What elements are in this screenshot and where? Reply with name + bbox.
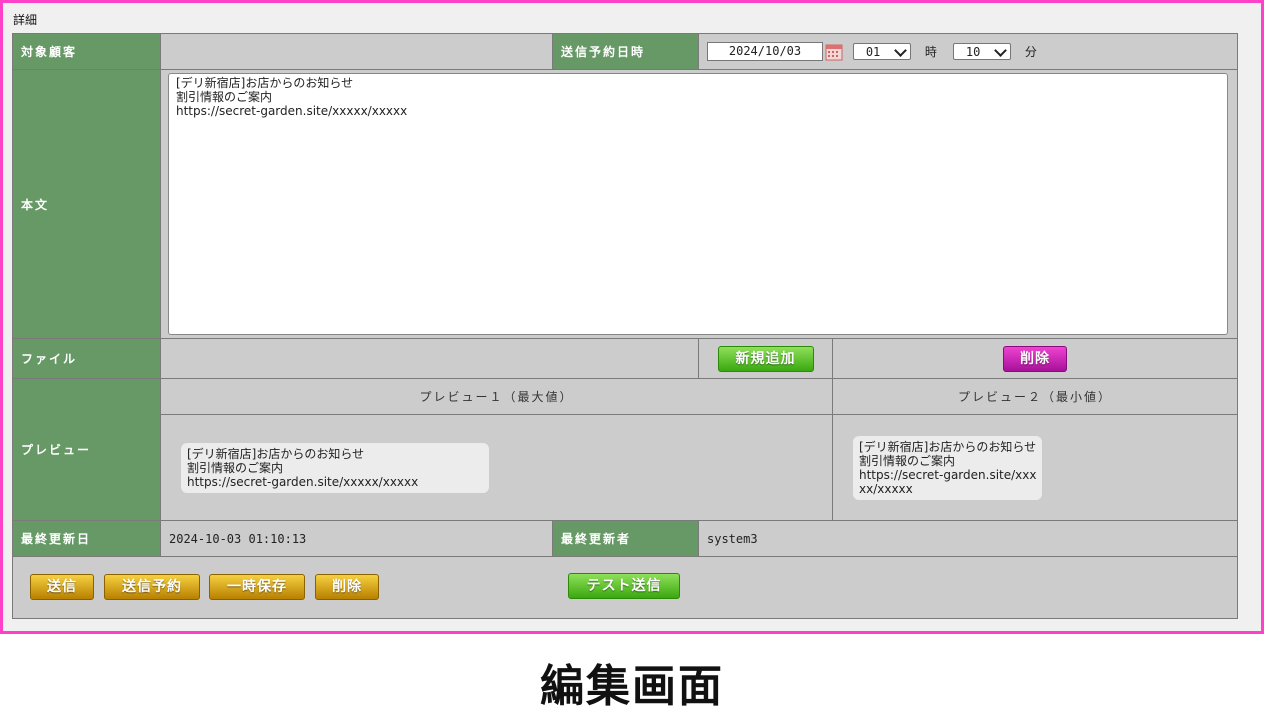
label-scheduled-datetime: 送信予約日時 xyxy=(552,33,699,70)
preview-min-cell: [デリ新宿店]お店からのお知らせ 割引情報のご案内 https://secret… xyxy=(831,414,1239,521)
file-delete-button[interactable]: 削除 xyxy=(1003,345,1067,372)
preview-max-header: プレビュー１（最大値） xyxy=(160,378,833,415)
body-cell: [デリ新宿店]お店からのお知らせ 割引情報のご案内 https://secret… xyxy=(159,69,1239,339)
last-updated-value: 2024-10-03 01:10:13 xyxy=(160,520,553,557)
preview-min-header: プレビュー２（最小値） xyxy=(831,378,1239,415)
label-last-updater: 最終更新者 xyxy=(552,520,699,557)
preview-max-cell: [デリ新宿店]お店からのお知らせ 割引情報のご案内 https://secret… xyxy=(160,414,833,521)
label-target-customer: 対象顧客 xyxy=(12,33,161,70)
hour-unit: 時 xyxy=(924,45,937,59)
detail-table: 対象顧客 送信予約日時 2024/10/03 01 時 10 分 本文 [デリ新宿店]… xyxy=(11,33,1239,619)
minute-unit: 分 xyxy=(1024,45,1037,59)
chevron-down-icon xyxy=(993,44,1007,57)
preview-min-bubble: [デリ新宿店]お店からのお知らせ 割引情報のご案内 https://secret… xyxy=(853,435,1043,500)
temp-save-button[interactable]: 一時保存 xyxy=(209,574,305,600)
schedule-cell: 2024/10/03 01 時 10 分 xyxy=(697,33,1239,70)
delete-button[interactable]: 削除 xyxy=(315,574,379,600)
target-customer-value xyxy=(160,33,553,70)
label-preview: プレビュー xyxy=(12,378,161,521)
page-caption: 編集画面 xyxy=(540,661,724,712)
minute-select[interactable]: 10 xyxy=(952,43,1011,60)
minute-value: 10 xyxy=(965,45,981,59)
detail-frame: 詳細 対象顧客 送信予約日時 2024/10/03 01 時 10 分 本文 [デリ新… xyxy=(0,0,1264,634)
preview-max-bubble: [デリ新宿店]お店からのお知らせ 割引情報のご案内 https://secret… xyxy=(181,442,489,493)
file-add-button[interactable]: 新規追加 xyxy=(717,345,814,372)
label-body: 本文 xyxy=(12,69,161,339)
file-delete-cell: 削除 xyxy=(831,338,1239,379)
actions-cell: 送信 送信予約 一時保存 削除 テスト送信 xyxy=(11,556,1239,619)
chevron-down-icon xyxy=(893,44,907,57)
file-cell xyxy=(160,338,699,379)
last-updater-value: system3 xyxy=(697,520,1239,557)
label-file: ファイル xyxy=(12,338,161,379)
body-textarea[interactable]: [デリ新宿店]お店からのお知らせ 割引情報のご案内 https://secret… xyxy=(168,73,1228,335)
schedule-send-button[interactable]: 送信予約 xyxy=(104,574,200,600)
test-send-button[interactable]: テスト送信 xyxy=(568,573,680,599)
calendar-icon[interactable] xyxy=(825,43,843,61)
send-button[interactable]: 送信 xyxy=(30,574,94,600)
hour-value: 01 xyxy=(865,45,881,59)
schedule-date-input[interactable]: 2024/10/03 xyxy=(707,42,823,61)
file-add-cell: 新規追加 xyxy=(698,338,833,379)
section-title: 詳細 xyxy=(13,13,38,27)
hour-select[interactable]: 01 xyxy=(852,43,911,60)
label-last-updated: 最終更新日 xyxy=(12,520,161,557)
